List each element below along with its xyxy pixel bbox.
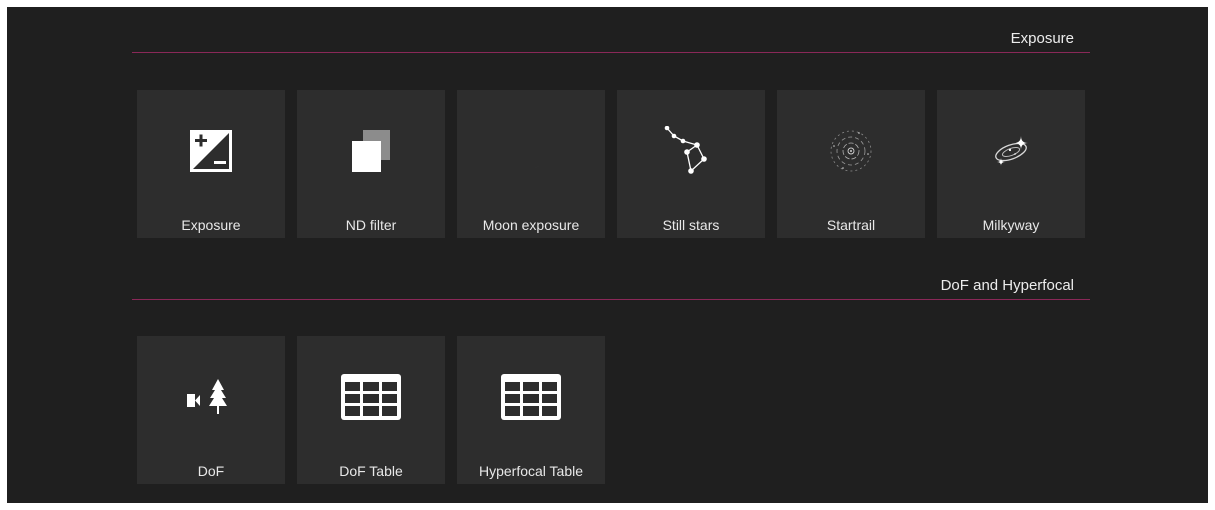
galaxy-icon: [981, 126, 1041, 176]
app-window: Exposure Exposure ND filter Moon exposur…: [7, 7, 1208, 503]
tile-label: DoF Table: [339, 463, 403, 479]
constellation-icon: [661, 126, 721, 176]
tile-label: ND filter: [345, 217, 397, 233]
tile-label: Moon exposure: [482, 217, 580, 233]
section-title: DoF and Hyperfocal: [940, 277, 1074, 294]
table-icon: [501, 372, 561, 422]
tile-label: Exposure: [181, 217, 241, 233]
tile-dof-table[interactable]: DoF Table: [297, 336, 445, 484]
section-header-dof: DoF and Hyperfocal: [132, 277, 1090, 300]
tile-label: Startrail: [826, 217, 876, 233]
section-title: Exposure: [1010, 30, 1074, 47]
tile-milkyway[interactable]: Milkyway: [937, 90, 1085, 238]
exposure-compensation-icon: [181, 126, 241, 176]
moon-icon: [501, 126, 561, 176]
tile-label: Still stars: [662, 217, 720, 233]
tile-startrail[interactable]: Startrail: [777, 90, 925, 238]
section-header-exposure: Exposure: [132, 30, 1090, 53]
tile-nd-filter[interactable]: ND filter: [297, 90, 445, 238]
tile-dof[interactable]: DoF: [137, 336, 285, 484]
nd-filter-icon: [341, 126, 401, 176]
tile-label: Hyperfocal Table: [478, 463, 584, 479]
tile-still-stars[interactable]: Still stars: [617, 90, 765, 238]
startrail-icon: [821, 126, 881, 176]
tile-hyperfocal-table[interactable]: Hyperfocal Table: [457, 336, 605, 484]
tile-label: DoF: [197, 463, 225, 479]
tile-exposure[interactable]: Exposure: [137, 90, 285, 238]
table-icon: [341, 372, 401, 422]
camera-tree-icon: [181, 372, 241, 422]
tile-label: Milkyway: [982, 217, 1040, 233]
tile-moon-exposure[interactable]: Moon exposure: [457, 90, 605, 238]
